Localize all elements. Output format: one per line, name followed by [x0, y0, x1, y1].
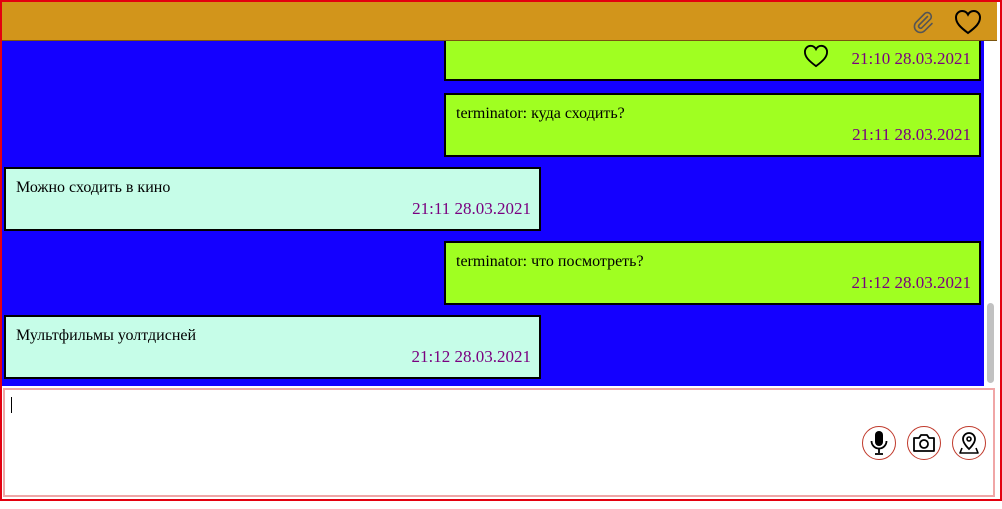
camera-button[interactable] — [907, 426, 941, 460]
message-timestamp: 21:12 28.03.2021 — [851, 273, 971, 292]
message-text: Мультфильмы уолтдисней — [16, 327, 197, 344]
location-button[interactable] — [952, 426, 986, 460]
message-list[interactable]: 21:10 28.03.2021 terminator: куда сходит… — [2, 41, 984, 386]
message-text: Можно сходить в кино — [16, 179, 171, 196]
message-bubble-incoming: Можно сходить в кино 21:11 28.03.2021 — [4, 167, 541, 231]
message-timestamp: 21:11 28.03.2021 — [412, 199, 531, 218]
heart-icon[interactable] — [803, 44, 829, 68]
message-timestamp: 21:12 28.03.2021 — [411, 347, 531, 366]
message-timestamp: 21:10 28.03.2021 — [851, 49, 971, 68]
microphone-icon — [870, 431, 888, 455]
heart-icon[interactable] — [954, 8, 982, 36]
message-bubble-incoming: Мультфильмы уолтдисней 21:12 28.03.2021 — [4, 315, 541, 379]
scrollbar-thumb[interactable] — [987, 303, 994, 383]
camera-icon — [913, 434, 935, 452]
chat-header — [2, 2, 997, 41]
paperclip-icon[interactable] — [909, 8, 937, 36]
message-text: terminator: что посмотреть? — [456, 253, 644, 270]
message-bubble-outgoing: terminator: что посмотреть? 21:12 28.03.… — [444, 241, 981, 305]
message-bubble-outgoing: 21:10 28.03.2021 — [444, 41, 981, 81]
message-text: terminator: куда сходить? — [456, 105, 625, 122]
microphone-button[interactable] — [862, 426, 896, 460]
message-bubble-outgoing: terminator: куда сходить? 21:11 28.03.20… — [444, 93, 981, 157]
message-input[interactable] — [3, 388, 995, 497]
location-pin-icon — [959, 432, 979, 454]
message-timestamp: 21:11 28.03.2021 — [852, 125, 971, 144]
text-caret — [11, 397, 12, 413]
chat-scrollbar[interactable] — [984, 41, 997, 386]
